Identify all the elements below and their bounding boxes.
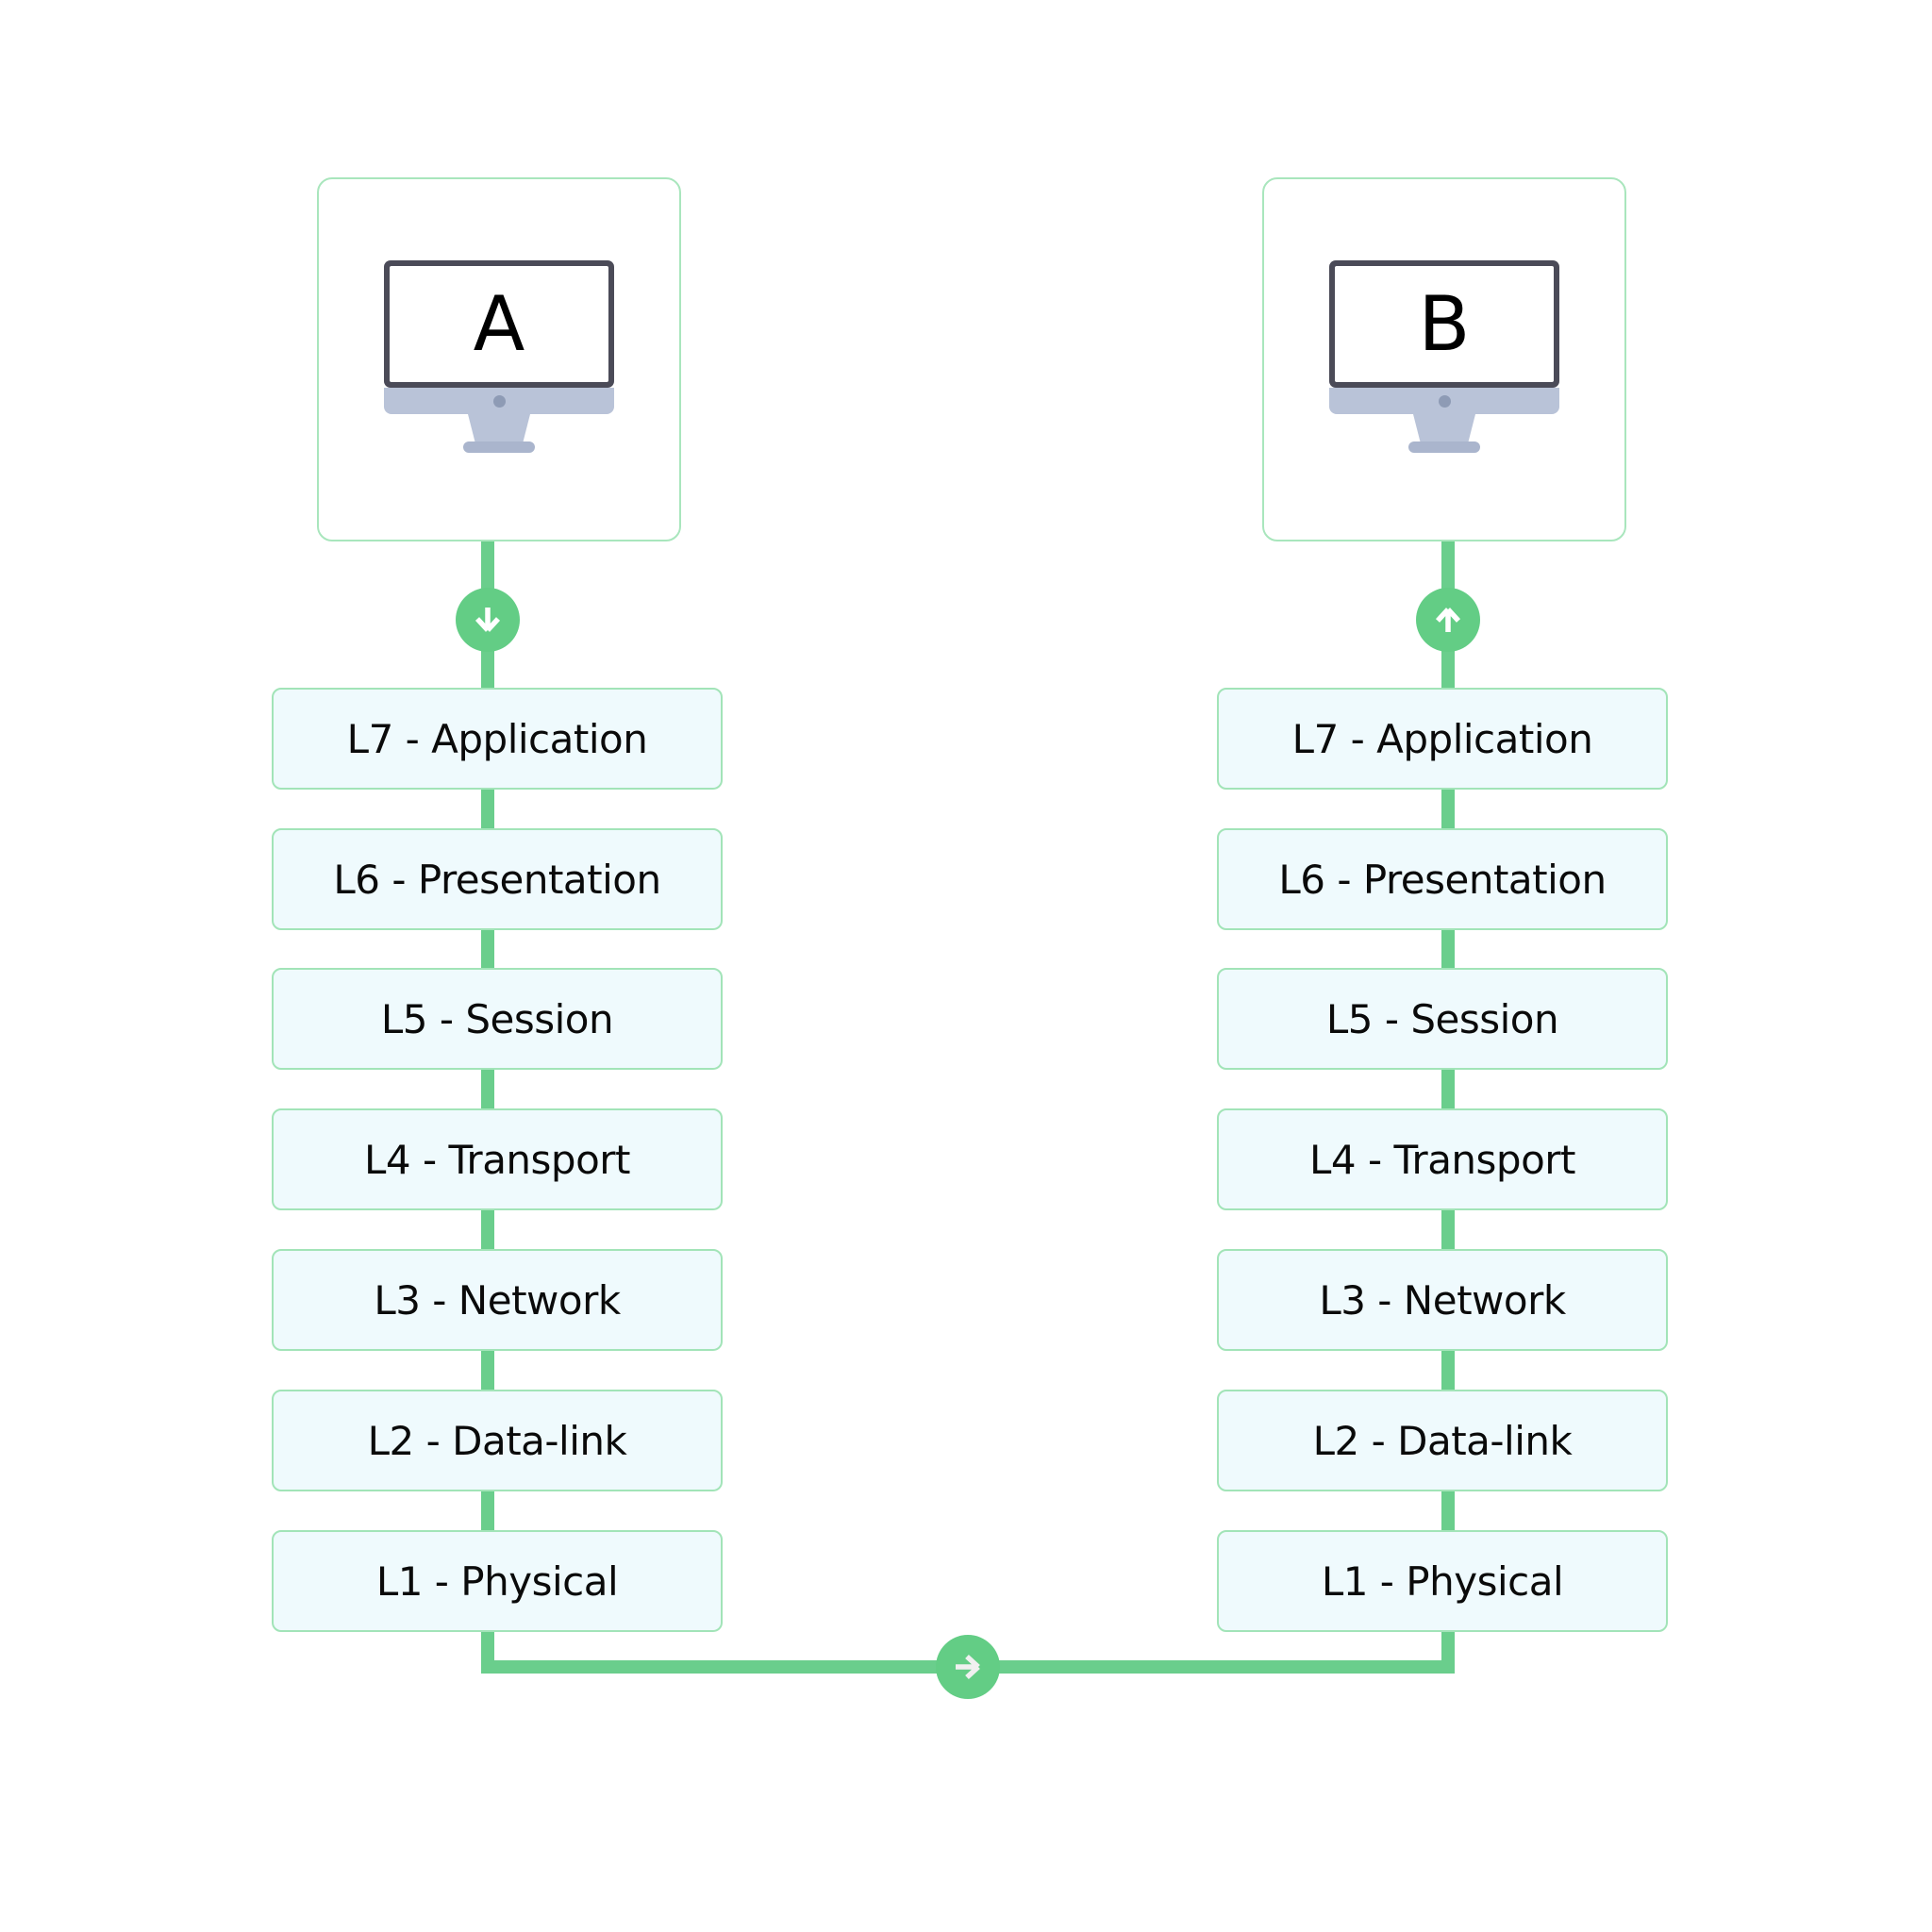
monitor-neck-a [468,414,530,443]
layer-label: L3 - Network [374,1276,621,1324]
layer-box-b-l5[interactable]: L5 - Session [1217,968,1668,1070]
monitor-chin-a [384,388,614,414]
device-letter-a: A [473,279,525,368]
monitor-screen-frame-b: B [1329,260,1559,388]
layer-label: L6 - Presentation [333,856,661,903]
layer-box-a-l2[interactable]: L2 - Data-link [272,1390,723,1491]
device-letter-b: B [1418,279,1471,368]
monitor-icon-b: B [1329,260,1559,458]
layer-label: L1 - Physical [1321,1557,1564,1605]
monitor-foot-b [1408,441,1480,453]
layer-box-a-l6[interactable]: L6 - Presentation [272,828,723,930]
layer-box-b-l3[interactable]: L3 - Network [1217,1249,1668,1351]
arrow-right-icon [936,1635,1000,1699]
layer-box-b-l4[interactable]: L4 - Transport [1217,1108,1668,1210]
device-container-a: A [317,177,681,541]
device-container-b: B [1262,177,1626,541]
monitor-chin-b [1329,388,1559,414]
layer-label: L5 - Session [1325,995,1559,1042]
layer-box-a-l4[interactable]: L4 - Transport [272,1108,723,1210]
layer-box-a-l7[interactable]: L7 - Application [272,688,723,790]
layer-box-a-l3[interactable]: L3 - Network [272,1249,723,1351]
layer-box-b-l2[interactable]: L2 - Data-link [1217,1390,1668,1491]
layer-box-b-l6[interactable]: L6 - Presentation [1217,828,1668,930]
layer-box-a-l1[interactable]: L1 - Physical [272,1530,723,1632]
layer-label: L2 - Data-link [367,1417,627,1464]
layer-label: L4 - Transport [1308,1136,1576,1183]
monitor-power-dot-b [1438,395,1451,408]
monitor-neck-b [1413,414,1475,443]
layer-label: L4 - Transport [363,1136,631,1183]
arrow-up-icon [1416,588,1480,652]
layer-label: L7 - Application [1291,715,1593,762]
monitor-screen-frame-a: A [384,260,614,388]
layer-label: L6 - Presentation [1278,856,1607,903]
monitor-screen-b: B [1335,266,1554,382]
monitor-foot-a [463,441,535,453]
layer-label: L5 - Session [380,995,614,1042]
layer-box-a-l5[interactable]: L5 - Session [272,968,723,1070]
layer-label: L2 - Data-link [1312,1417,1573,1464]
monitor-icon-a: A [384,260,614,458]
diagram-canvas: A B L7 - Application L6 - Presentation L… [0,0,1932,1932]
layer-label: L1 - Physical [375,1557,619,1605]
arrow-down-icon [456,588,520,652]
layer-box-b-l7[interactable]: L7 - Application [1217,688,1668,790]
layer-label: L7 - Application [346,715,648,762]
layer-label: L3 - Network [1319,1276,1566,1324]
layer-box-b-l1[interactable]: L1 - Physical [1217,1530,1668,1632]
monitor-power-dot-a [492,395,506,408]
monitor-screen-a: A [390,266,608,382]
